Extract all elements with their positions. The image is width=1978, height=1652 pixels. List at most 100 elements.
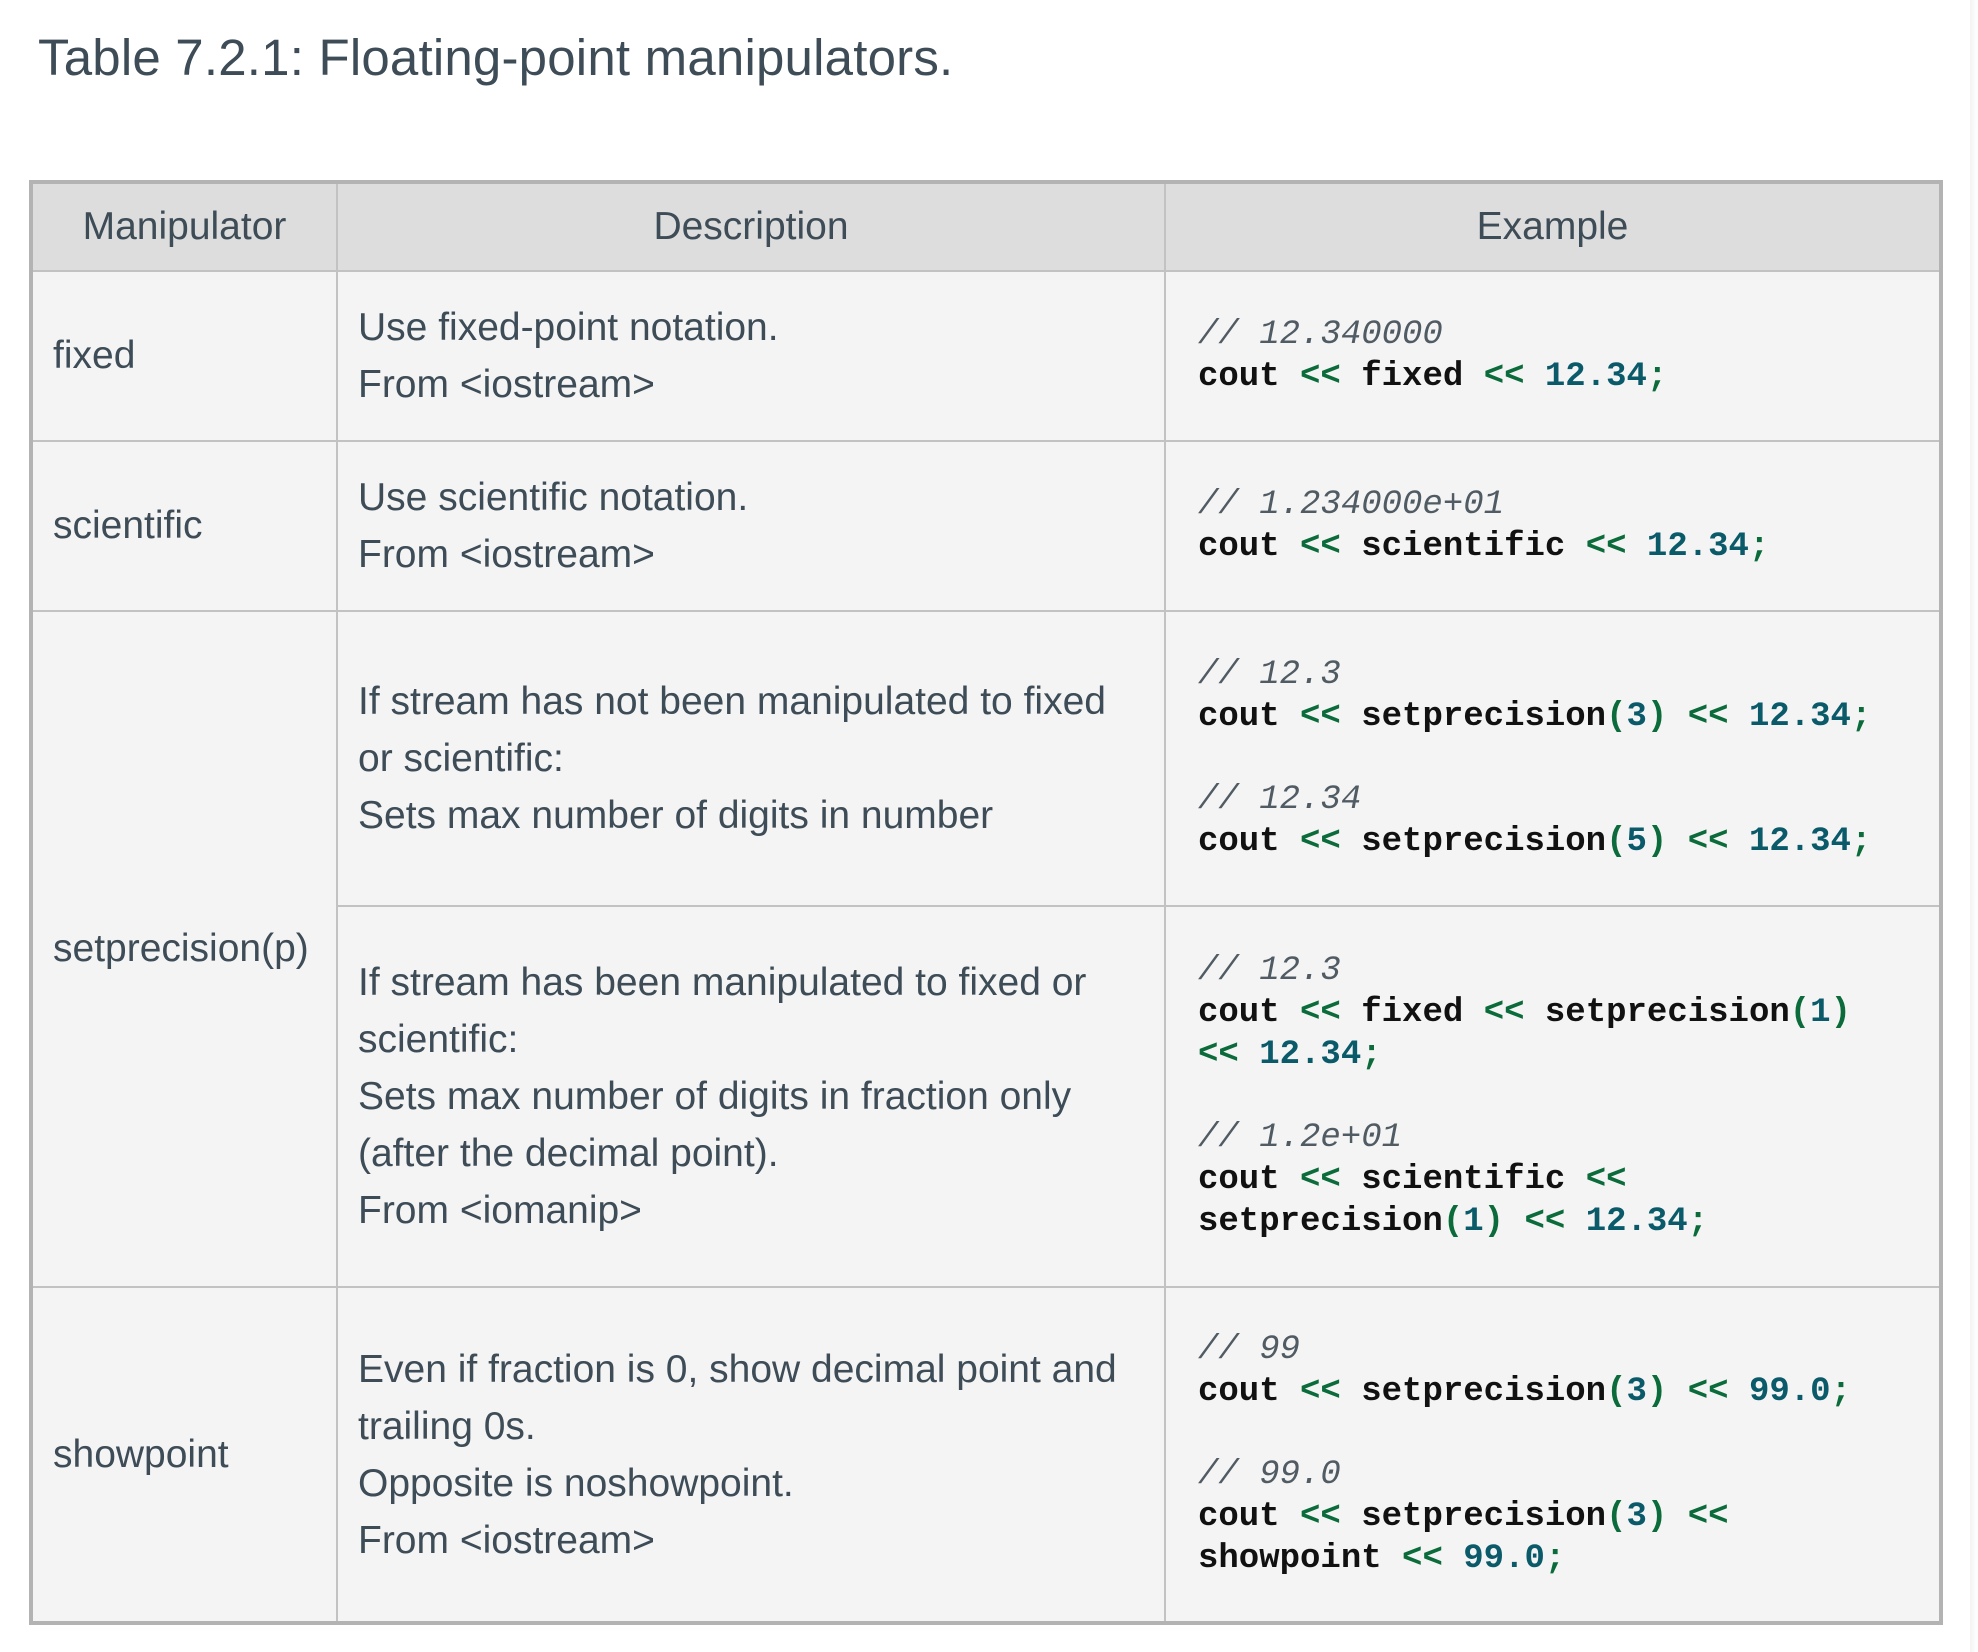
code-token: showpoint — [1198, 1540, 1382, 1578]
code-comment: // 99.0 — [1198, 1456, 1341, 1494]
floating-point-manipulators-table: Manipulator Description Example fixed Us… — [29, 180, 1943, 1625]
code-token: << — [1687, 823, 1729, 861]
code-token: ; — [1850, 823, 1872, 861]
example-cell: // 12.3 cout << setprecision(3) << 12.34;… — [1164, 610, 1942, 907]
code-token: ; — [1748, 528, 1770, 566]
code-token: 1 — [1810, 994, 1831, 1032]
code-line: cout << fixed << setprecision(1) — [1198, 992, 1919, 1034]
description-line: scientific: — [358, 1018, 519, 1061]
code-line: cout << setprecision(3) << 99.0; — [1198, 1371, 1919, 1413]
table-header-row: Manipulator Description Example — [30, 181, 1942, 272]
code-token: 12.34 — [1544, 358, 1647, 396]
manipulator-name: fixed — [30, 270, 338, 442]
code-comment: // 12.3 — [1198, 656, 1341, 694]
code-token: ( — [1606, 823, 1627, 861]
code-token: 99.0 — [1748, 1373, 1831, 1411]
code-token: << — [1300, 823, 1341, 861]
code-token: ( — [1606, 1373, 1627, 1411]
description-cell: If stream has been manipulated to fixed … — [336, 905, 1166, 1288]
description-line: If stream has been manipulated to fixed … — [358, 961, 1087, 1004]
code-token: ) — [1646, 698, 1668, 736]
code-token: ; — [1687, 1203, 1709, 1241]
code-token: cout — [1198, 823, 1280, 861]
code-token: setprecision — [1544, 994, 1790, 1032]
description-line: Sets max number of digits in number — [358, 794, 994, 837]
code-token: << — [1483, 358, 1525, 396]
description-line: From <iostream> — [358, 533, 655, 576]
description-line: From <iomanip> — [358, 1189, 642, 1232]
code-line: cout << fixed << 12.34; — [1198, 356, 1919, 398]
code-token: << — [1402, 1540, 1443, 1578]
code-token: setprecision — [1361, 698, 1607, 736]
code-token: ) — [1646, 823, 1668, 861]
code-example: // 1.234000e+01 cout << scientific << 12.… — [1198, 484, 1919, 568]
table-caption: Table 7.2.1: Floating-point manipulators… — [38, 29, 954, 86]
code-token: fixed — [1361, 994, 1464, 1032]
code-token: << — [1300, 1498, 1341, 1536]
code-token: << — [1585, 528, 1627, 566]
code-token: 3 — [1626, 1498, 1647, 1536]
manipulator-name: scientific — [30, 440, 338, 612]
code-token: << — [1585, 1161, 1627, 1199]
description-line: From <iostream> — [358, 363, 655, 406]
code-token: << — [1300, 1161, 1341, 1199]
code-token: setprecision — [1198, 1203, 1443, 1241]
description-line: Even if fraction is 0, show decimal poin… — [358, 1347, 1117, 1391]
code-token: ; — [1646, 358, 1668, 396]
code-token: 1 — [1463, 1203, 1484, 1241]
description-cell: Even if fraction is 0, show decimal poin… — [336, 1286, 1166, 1624]
code-line: showpoint << 99.0; — [1198, 1538, 1919, 1580]
code-token: ) — [1830, 994, 1851, 1032]
code-comment: // 12.3 — [1198, 952, 1341, 990]
code-example: // 12.340000 cout << fixed << 12.34; — [1198, 314, 1919, 398]
code-token: 12.34 — [1748, 698, 1851, 736]
code-token: ; — [1544, 1540, 1566, 1578]
code-token: << — [1524, 1203, 1566, 1241]
code-token: fixed — [1361, 358, 1464, 396]
code-line: cout << setprecision(3) << — [1198, 1496, 1919, 1538]
header-example: Example — [1164, 181, 1942, 272]
code-example: // 12.3 cout << fixed << setprecision(1) <… — [1198, 950, 1919, 1076]
description-cell: If stream has not been manipulated to fi… — [336, 610, 1166, 907]
code-example: // 99 cout << setprecision(3) << 99.0; — [1198, 1329, 1919, 1413]
code-token: ) — [1646, 1373, 1668, 1411]
code-token: setprecision — [1361, 823, 1607, 861]
code-token: 12.34 — [1748, 823, 1851, 861]
example-cell: // 99 cout << setprecision(3) << 99.0; //… — [1164, 1286, 1942, 1624]
code-token: 3 — [1626, 698, 1647, 736]
code-line: setprecision(1) << 12.34; — [1198, 1201, 1919, 1243]
code-token: 12.34 — [1646, 528, 1749, 566]
code-token: 3 — [1626, 1373, 1647, 1411]
code-example: // 1.2e+01 cout << scientific << setprecis… — [1198, 1117, 1919, 1243]
code-token: << — [1300, 994, 1341, 1032]
code-token: scientific — [1361, 1161, 1566, 1199]
code-token: 99.0 — [1463, 1540, 1545, 1578]
description-line: trailing 0s. — [358, 1404, 536, 1448]
code-token: cout — [1198, 358, 1280, 396]
code-token: cout — [1198, 1373, 1280, 1411]
description-line: From <iostream> — [358, 1518, 655, 1562]
code-token: ; — [1361, 1036, 1382, 1074]
header-manipulator: Manipulator — [30, 181, 338, 272]
